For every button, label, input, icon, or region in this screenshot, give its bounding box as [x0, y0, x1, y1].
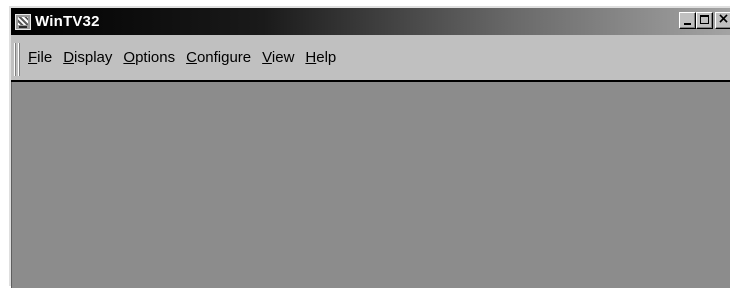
close-icon: ×	[717, 11, 730, 27]
menu-display[interactable]: Display	[63, 49, 112, 66]
menu-help-label: elp	[316, 49, 337, 66]
grip-line	[14, 43, 16, 76]
tv-app-icon[interactable]	[15, 13, 31, 30]
window-title: WinTV32	[35, 13, 100, 30]
menu-view-accelerator: V	[262, 49, 272, 66]
menu-file[interactable]: File	[28, 49, 52, 66]
grip-line	[18, 43, 20, 76]
minimize-icon	[684, 23, 691, 25]
minimize-button[interactable]	[679, 12, 696, 29]
video-display-area[interactable]	[11, 82, 730, 288]
menu-options-label: ptions	[135, 49, 176, 66]
menu-file-label: ile	[37, 49, 53, 66]
menu-configure-label: onfigure	[196, 49, 252, 66]
menu-display-accelerator: D	[63, 49, 75, 66]
caption-buttons: ×	[679, 11, 730, 29]
menu-bar: File Display Options Configure View Help	[11, 37, 730, 82]
menu-configure[interactable]: Configure	[186, 49, 251, 66]
menu-view[interactable]: View	[262, 49, 294, 66]
menu-file-accelerator: F	[28, 49, 38, 66]
menu-items: File Display Options Configure View Help	[28, 49, 347, 66]
toolbar-grip[interactable]	[14, 43, 20, 76]
maximize-button[interactable]	[696, 12, 713, 29]
title-bar[interactable]: WinTV32 ×	[11, 8, 730, 35]
wintv-window: WinTV32 × File Display Options Configure…	[9, 6, 730, 288]
menu-view-label: iew	[271, 49, 295, 66]
menu-options-accelerator: O	[123, 49, 136, 66]
menu-display-label: isplay	[74, 49, 113, 66]
menu-options[interactable]: Options	[123, 49, 175, 66]
menu-help[interactable]: Help	[305, 49, 336, 66]
menu-configure-accelerator: C	[186, 49, 197, 66]
close-button[interactable]: ×	[715, 11, 730, 29]
maximize-icon	[700, 15, 709, 24]
menu-help-accelerator: H	[305, 49, 317, 66]
